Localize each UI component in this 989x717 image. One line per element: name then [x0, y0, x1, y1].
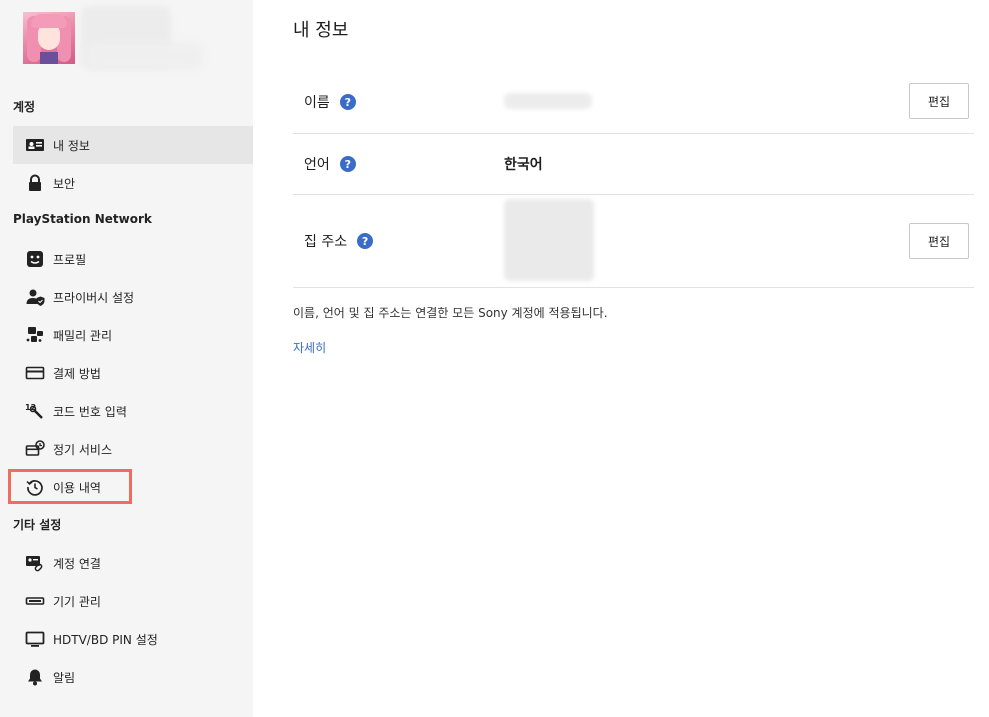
monitor-icon [25, 629, 45, 649]
code-entry-icon: 12 [25, 401, 45, 421]
sidebar: 계정 내 정보 보안 PlayStation Network 프로필 프라이버시… [0, 0, 253, 717]
id-card-icon [25, 135, 45, 155]
sidebar-item-label: 결제 방법 [53, 366, 101, 381]
help-icon[interactable]: ? [339, 94, 356, 110]
sidebar-item-notifications[interactable]: 알림 [13, 658, 253, 696]
avatar[interactable] [23, 12, 75, 64]
language-value: 한국어 [504, 157, 543, 173]
sidebar-item-profile[interactable]: 프로필 [13, 240, 253, 278]
sidebar-item-label: 프라이버시 설정 [53, 290, 135, 305]
sidebar-item-label: 패밀리 관리 [53, 328, 113, 343]
page-title: 내 정보 [293, 20, 349, 41]
sidebar-item-label: 코드 번호 입력 [53, 404, 127, 419]
help-icon[interactable]: ? [357, 233, 374, 249]
sidebar-item-subscriptions[interactable]: 정기 서비스 [13, 430, 253, 468]
bell-icon [25, 667, 45, 687]
address-label: 집 주소 ? [304, 231, 374, 251]
link-account-icon [25, 553, 45, 573]
privacy-shield-icon [25, 287, 45, 307]
sidebar-item-label: 프로필 [53, 252, 87, 267]
name-row: 이름 ? 편집 [293, 71, 974, 134]
sidebar-item-security[interactable]: 보안 [13, 164, 253, 202]
selection-highlight [8, 469, 132, 504]
redacted-name-value [504, 93, 592, 109]
language-row: 언어 ? 한국어 [293, 134, 974, 195]
address-row: 집 주소 ? 편집 [293, 195, 974, 288]
redacted-address-value [504, 199, 594, 281]
sidebar-item-label: 보안 [53, 176, 76, 191]
edit-name-button[interactable]: 편집 [909, 83, 969, 119]
section-title-account: 계정 [13, 100, 36, 114]
device-icon [25, 591, 45, 611]
sidebar-item-label: HDTV/BD PIN 설정 [53, 632, 158, 647]
lock-icon [25, 173, 45, 193]
redacted-profile-id [85, 42, 203, 70]
help-icon[interactable]: ? [339, 156, 356, 172]
sidebar-item-my-info[interactable]: 내 정보 [13, 126, 253, 164]
language-label: 언어 ? [304, 154, 356, 174]
name-label: 이름 ? [304, 92, 356, 112]
account-info-note: 이름, 언어 및 집 주소는 연결한 모든 Sony 계정에 적용됩니다. [293, 306, 608, 320]
sidebar-item-label: 정기 서비스 [53, 442, 113, 457]
subscription-icon [25, 439, 45, 459]
learn-more-link[interactable]: 자세히 [293, 339, 326, 356]
sidebar-item-linked-services[interactable]: 계정 연결 [13, 544, 253, 582]
sidebar-item-label: 계정 연결 [53, 556, 101, 571]
section-title-psn: PlayStation Network [13, 212, 152, 226]
sidebar-item-label: 내 정보 [53, 138, 90, 153]
sidebar-item-family[interactable]: 패밀리 관리 [13, 316, 253, 354]
section-title-other: 기타 설정 [13, 518, 62, 532]
sidebar-item-device-management[interactable]: 기기 관리 [13, 582, 253, 620]
face-icon [25, 249, 45, 269]
edit-address-button[interactable]: 편집 [909, 223, 969, 259]
sidebar-item-hdtv-pin[interactable]: HDTV/BD PIN 설정 [13, 620, 253, 658]
family-icon [25, 325, 45, 345]
sidebar-item-label: 기기 관리 [53, 594, 101, 609]
sidebar-item-payment[interactable]: 결제 방법 [13, 354, 253, 392]
sidebar-item-privacy[interactable]: 프라이버시 설정 [13, 278, 253, 316]
credit-card-icon [25, 363, 45, 383]
sidebar-item-redeem-code[interactable]: 12 코드 번호 입력 [13, 392, 253, 430]
sidebar-item-label: 알림 [53, 670, 76, 685]
profile-header [23, 6, 253, 72]
